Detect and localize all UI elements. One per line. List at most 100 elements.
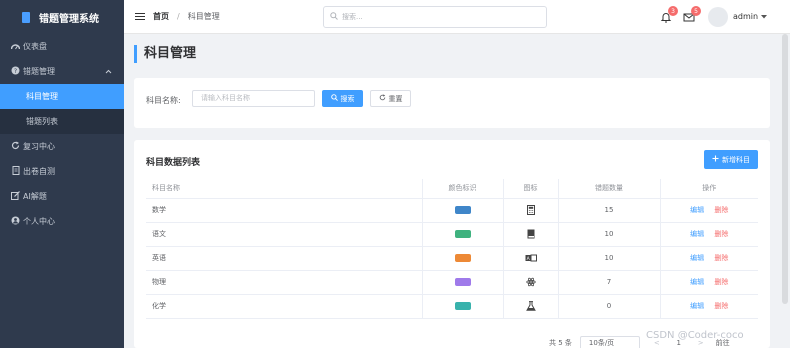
column-header-count[interactable]: 错题数量	[558, 179, 661, 199]
delete-button[interactable]: 删除	[714, 302, 728, 310]
dashboard-icon	[10, 42, 21, 52]
page-size-select[interactable]: 10条/页	[579, 336, 640, 348]
messages-badge: 5	[691, 6, 701, 16]
reset-button[interactable]: 重置	[370, 90, 411, 107]
sidebar-item-label: 复习中心	[23, 142, 55, 151]
search-icon	[330, 94, 338, 103]
pagination-total: 共 5 条	[549, 339, 572, 347]
sidebar-item-review[interactable]: 复习中心	[0, 134, 124, 159]
notification-bell[interactable]: 3	[660, 6, 678, 25]
subject-name-cell: 数学	[146, 198, 423, 223]
subject-name-label: 科目名称:	[146, 96, 181, 105]
sidebar-item-label: 仪表盘	[23, 42, 47, 51]
page-scrollbar[interactable]	[782, 34, 788, 304]
color-swatch	[454, 206, 471, 214]
reset-button-label: 重置	[388, 94, 403, 103]
mistake-count-cell: 10	[558, 222, 661, 247]
sidebar-item-label: 科目管理	[26, 92, 58, 101]
flask-icon	[525, 301, 536, 311]
page-size-value: 10条/页	[588, 339, 615, 347]
user-menu[interactable]: admin	[733, 12, 767, 21]
bell-icon	[660, 13, 672, 25]
column-header-actions: 操作	[660, 179, 758, 199]
mistake-count-cell: 15	[558, 198, 661, 223]
sidebar-item-mistake-list[interactable]: 错题列表	[0, 109, 124, 134]
sidebar-item-profile[interactable]: 个人中心	[0, 209, 124, 234]
edit-button[interactable]: 编辑	[690, 278, 704, 286]
breadcrumb-separator: /	[177, 12, 180, 21]
sidebar-item-label: 错题管理	[23, 67, 55, 76]
table-row: 英语 A 10 编辑 删除	[146, 246, 758, 271]
sidebar-item-label: AI解题	[23, 192, 47, 201]
table-title: 科目数据列表	[146, 158, 201, 168]
delete-button[interactable]: 删除	[714, 206, 728, 214]
subject-name-cell: 化学	[146, 294, 423, 319]
color-swatch	[454, 254, 471, 262]
search-icon	[330, 12, 338, 22]
filter-card: 科目名称: 请输入科目名称 搜索 重置	[134, 78, 770, 128]
sidebar-item-ai-solve[interactable]: AI解题	[0, 184, 124, 209]
edit-icon	[11, 191, 20, 202]
document-icon	[11, 166, 20, 177]
breadcrumb-home[interactable]: 首页	[153, 11, 169, 22]
subject-table-card: 科目数据列表 新增科目 科目名称 颜色标识 图标 错题数量 操作 数学 15 编…	[134, 140, 770, 348]
subject-name-input[interactable]: 请输入科目名称	[192, 90, 315, 107]
search-button[interactable]: 搜索	[322, 90, 363, 107]
calculator-icon	[526, 205, 536, 215]
sidebar-item-label: 个人中心	[23, 217, 55, 226]
breadcrumb-current: 科目管理	[187, 12, 220, 21]
page-title: 科目管理	[134, 45, 196, 63]
edit-button[interactable]: 编辑	[690, 206, 704, 214]
menu-toggle-icon[interactable]	[135, 12, 145, 21]
edit-button[interactable]: 编辑	[690, 254, 704, 262]
add-subject-label: 新增科目	[722, 155, 750, 164]
mail-icon	[683, 13, 695, 25]
avatar[interactable]	[708, 7, 728, 27]
subject-name-cell: 语文	[146, 222, 423, 247]
language-icon: A	[525, 253, 537, 263]
mistake-count-cell: 0	[558, 294, 661, 319]
edit-button[interactable]: 编辑	[690, 230, 704, 238]
add-subject-button[interactable]: 新增科目	[704, 150, 758, 169]
sidebar-item-dashboard[interactable]: 仪表盘	[0, 34, 124, 59]
column-header-name[interactable]: 科目名称	[146, 179, 423, 199]
table-row: 物理 7 编辑 删除	[146, 270, 758, 295]
subject-name-cell: 物理	[146, 270, 423, 295]
sidebar-item-label: 错题列表	[26, 117, 58, 126]
sidebar-item-subjects[interactable]: 科目管理	[0, 84, 124, 109]
mistake-count-cell: 10	[558, 246, 661, 271]
search-placeholder: 搜索...	[342, 13, 363, 21]
sidebar-submenu: 科目管理 错题列表	[0, 84, 124, 134]
watermark: CSDN @Coder-coco	[646, 330, 744, 341]
delete-button[interactable]: 删除	[714, 230, 728, 238]
column-header-color[interactable]: 颜色标识	[422, 179, 504, 199]
delete-button[interactable]: 删除	[714, 278, 728, 286]
chevron-up-icon	[105, 67, 112, 76]
sidebar-item-self-test[interactable]: 出卷自测	[0, 159, 124, 184]
color-swatch	[454, 278, 471, 286]
svg-text:?: ?	[14, 68, 17, 75]
subject-table: 科目名称 颜色标识 图标 错题数量 操作 数学 15 编辑 删除 语文 10 编…	[146, 179, 758, 319]
table-header-row: 科目名称 颜色标识 图标 错题数量 操作	[146, 179, 758, 199]
sidebar: 错题管理系统 仪表盘 ? 错题管理 科目管理 错题列表 复习中心 出卷自测 AI…	[0, 0, 124, 348]
app-title: 错题管理系统	[39, 13, 99, 25]
table-row: 数学 15 编辑 删除	[146, 198, 758, 223]
sidebar-item-mistakes[interactable]: ? 错题管理	[0, 59, 124, 84]
column-header-icon[interactable]: 图标	[503, 179, 559, 199]
color-swatch	[454, 302, 471, 310]
notification-badge: 3	[668, 6, 678, 16]
chevron-down-icon	[760, 12, 767, 21]
top-bar: 首页 / 科目管理 搜索... 3 5 admin	[124, 0, 790, 34]
messages-button[interactable]: 5	[683, 6, 701, 25]
search-input[interactable]: 搜索...	[323, 6, 547, 28]
user-icon	[11, 216, 20, 227]
refresh-icon	[11, 141, 20, 152]
search-button-label: 搜索	[340, 94, 355, 103]
book-icon	[526, 229, 536, 239]
breadcrumb: 首页 / 科目管理	[153, 11, 220, 22]
refresh-icon	[379, 94, 386, 103]
edit-button[interactable]: 编辑	[690, 302, 704, 310]
app-logo[interactable]: 错题管理系统	[0, 0, 124, 34]
atom-icon	[525, 277, 536, 287]
delete-button[interactable]: 删除	[714, 254, 728, 262]
